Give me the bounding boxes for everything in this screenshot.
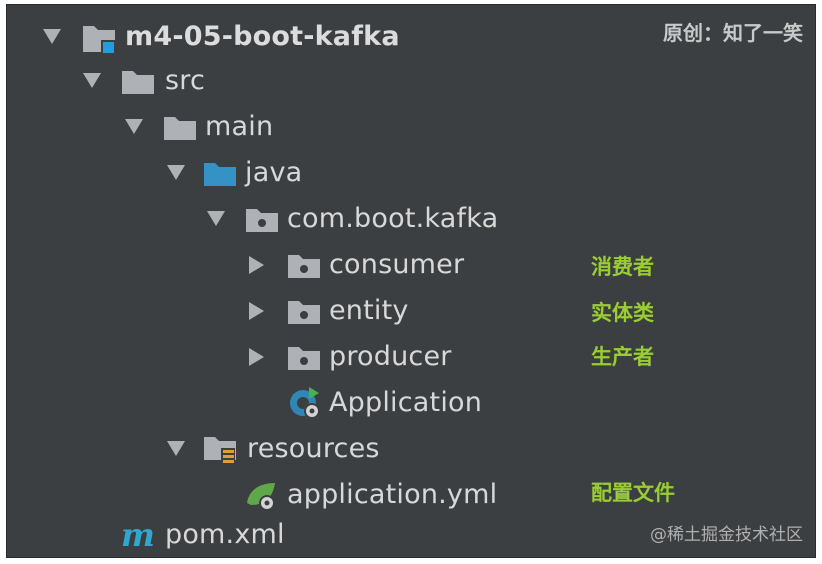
producer-annotation: 生产者	[591, 345, 654, 369]
java-label: java	[245, 157, 303, 188]
tree-node-consumer[interactable]: consumer	[7, 245, 567, 285]
collapse-arrow-icon[interactable]	[249, 302, 264, 320]
application-yml-label: application.yml	[287, 479, 498, 510]
tree-node-java[interactable]: java	[7, 153, 567, 193]
producer-label: producer	[329, 341, 452, 372]
package-icon	[288, 347, 320, 370]
spring-config-file-icon	[247, 483, 275, 511]
expand-arrow-icon[interactable]	[125, 119, 143, 134]
src-label: src	[165, 65, 206, 96]
config-annotation: 配置文件	[591, 481, 675, 505]
tree-node-application[interactable]: Application	[7, 383, 567, 423]
tree-node-main[interactable]: main	[7, 107, 567, 147]
resources-label: resources	[247, 433, 380, 464]
consumer-label: consumer	[329, 249, 465, 280]
collapse-arrow-icon[interactable]	[249, 256, 264, 274]
consumer-annotation: 消费者	[591, 255, 654, 279]
tree-node-producer[interactable]: producer	[7, 337, 567, 377]
expand-arrow-icon[interactable]	[43, 29, 61, 44]
tree-node-src[interactable]: src	[7, 61, 567, 101]
expand-arrow-icon[interactable]	[167, 441, 185, 456]
spring-boot-class-icon	[290, 387, 320, 419]
tree-node-root[interactable]: m4-05-boot-kafka	[7, 17, 567, 57]
package-icon	[288, 301, 320, 324]
author-watermark: 原创：知了一笑	[663, 21, 803, 45]
maven-icon: m	[121, 516, 155, 554]
site-watermark: @稀土掘金技术社区	[650, 525, 803, 545]
collapse-arrow-icon[interactable]	[249, 348, 264, 366]
module-folder-icon	[83, 26, 115, 54]
tree-node-pom[interactable]: m pom.xml	[7, 515, 567, 555]
entity-label: entity	[329, 295, 409, 326]
expand-arrow-icon[interactable]	[207, 211, 225, 226]
package-label: com.boot.kafka	[287, 203, 499, 234]
tree-node-entity[interactable]: entity	[7, 291, 567, 331]
tree-node-package[interactable]: com.boot.kafka	[7, 199, 567, 239]
tree-node-application-yml[interactable]: application.yml	[7, 475, 567, 515]
application-label: Application	[329, 387, 483, 418]
folder-icon	[122, 71, 154, 94]
project-tree-panel: 原创：知了一笑 m4-05-boot-kafka src main java c…	[6, 4, 816, 558]
folder-icon	[164, 117, 196, 140]
root-label: m4-05-boot-kafka	[125, 21, 400, 52]
pom-label: pom.xml	[165, 519, 285, 550]
package-icon	[246, 209, 278, 232]
resources-folder-icon	[204, 437, 236, 466]
entity-annotation: 实体类	[591, 301, 654, 325]
expand-arrow-icon[interactable]	[83, 73, 101, 88]
package-icon	[288, 255, 320, 278]
expand-arrow-icon[interactable]	[167, 165, 185, 180]
main-label: main	[205, 111, 274, 142]
tree-node-resources[interactable]: resources	[7, 429, 567, 469]
source-folder-icon	[204, 163, 236, 186]
